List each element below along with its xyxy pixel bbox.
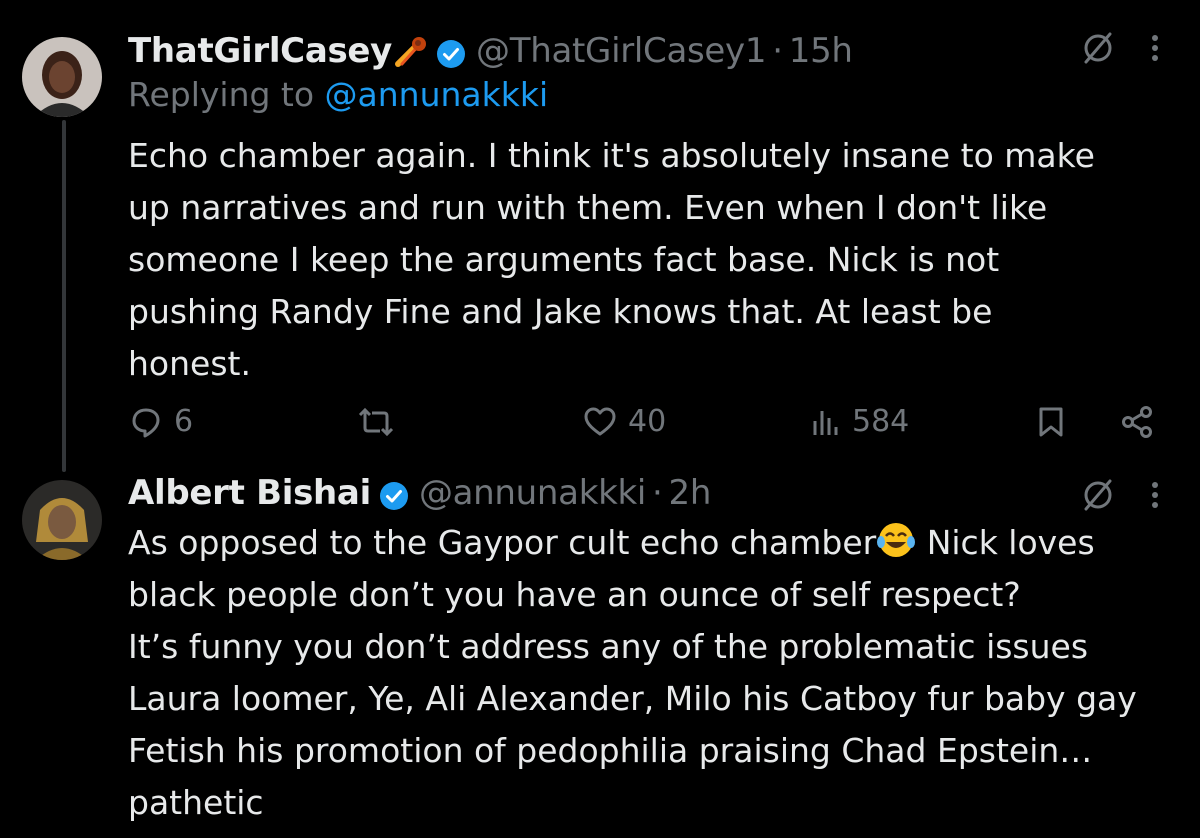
replying-to-mention[interactable]: @annunakkki xyxy=(325,75,549,114)
verified-badge-icon xyxy=(379,478,409,510)
tweet2-header: Albert Bishai @annunakkki · 2h xyxy=(128,471,711,515)
tweet1-action-bar: 6 40 584 xyxy=(130,400,1160,444)
replying-prefix: Replying to xyxy=(128,75,315,114)
reply-button[interactable]: 6 xyxy=(130,400,193,444)
views-icon xyxy=(813,411,838,435)
comet-emoji xyxy=(394,34,428,68)
view-count: 584 xyxy=(852,404,910,439)
verified-badge-icon xyxy=(436,36,466,68)
share-button[interactable] xyxy=(1120,400,1154,444)
tweet2-text: As opposed to the Gaypor cult echo chamb… xyxy=(128,517,1137,829)
bookmark-icon xyxy=(1039,407,1063,437)
display-name[interactable]: ThatGirlCasey xyxy=(128,29,392,73)
like-icon xyxy=(584,407,616,436)
display-name[interactable]: Albert Bishai xyxy=(128,471,371,515)
timestamp[interactable]: 2h xyxy=(669,471,712,515)
tweet1-header: ThatGirlCasey @ThatGirlCasey1 · 15h xyxy=(128,29,853,73)
retweet-icon xyxy=(358,407,394,437)
laughing-emoji xyxy=(876,520,916,560)
avatar-albert-bishai[interactable] xyxy=(22,480,102,560)
tweet1-top-right-icons xyxy=(1080,30,1160,70)
avatar-thatgirlcasey[interactable] xyxy=(22,37,102,117)
grok-icon[interactable] xyxy=(1080,30,1116,70)
share-icon xyxy=(1122,406,1152,438)
replying-to-line: Replying to @annunakkki xyxy=(128,75,548,114)
like-button[interactable]: 40 xyxy=(584,400,666,444)
separator-dot: · xyxy=(772,31,783,71)
tweet2-top-right-icons xyxy=(1080,477,1160,517)
handle[interactable]: @ThatGirlCasey1 xyxy=(476,29,766,73)
bookmark-button[interactable] xyxy=(1038,400,1064,444)
more-icon[interactable] xyxy=(1150,30,1160,70)
reply-icon xyxy=(132,408,160,438)
views-button[interactable]: 584 xyxy=(812,400,909,444)
thread-connector-line xyxy=(62,120,66,472)
more-icon[interactable] xyxy=(1150,477,1160,517)
tweet2-text-part2: Nick loves black people don’t you have a… xyxy=(128,523,1137,822)
grok-icon[interactable] xyxy=(1080,477,1116,517)
tweet2-text-part1: As opposed to the Gaypor cult echo chamb… xyxy=(128,523,877,562)
timestamp[interactable]: 15h xyxy=(789,29,853,73)
tweet1-text: Echo chamber again. I think it's absolut… xyxy=(128,136,1095,383)
reply-count: 6 xyxy=(174,404,194,439)
like-count: 40 xyxy=(628,404,667,439)
retweet-button[interactable] xyxy=(358,400,394,444)
separator-dot: · xyxy=(652,473,663,513)
handle[interactable]: @annunakkki xyxy=(419,471,646,515)
